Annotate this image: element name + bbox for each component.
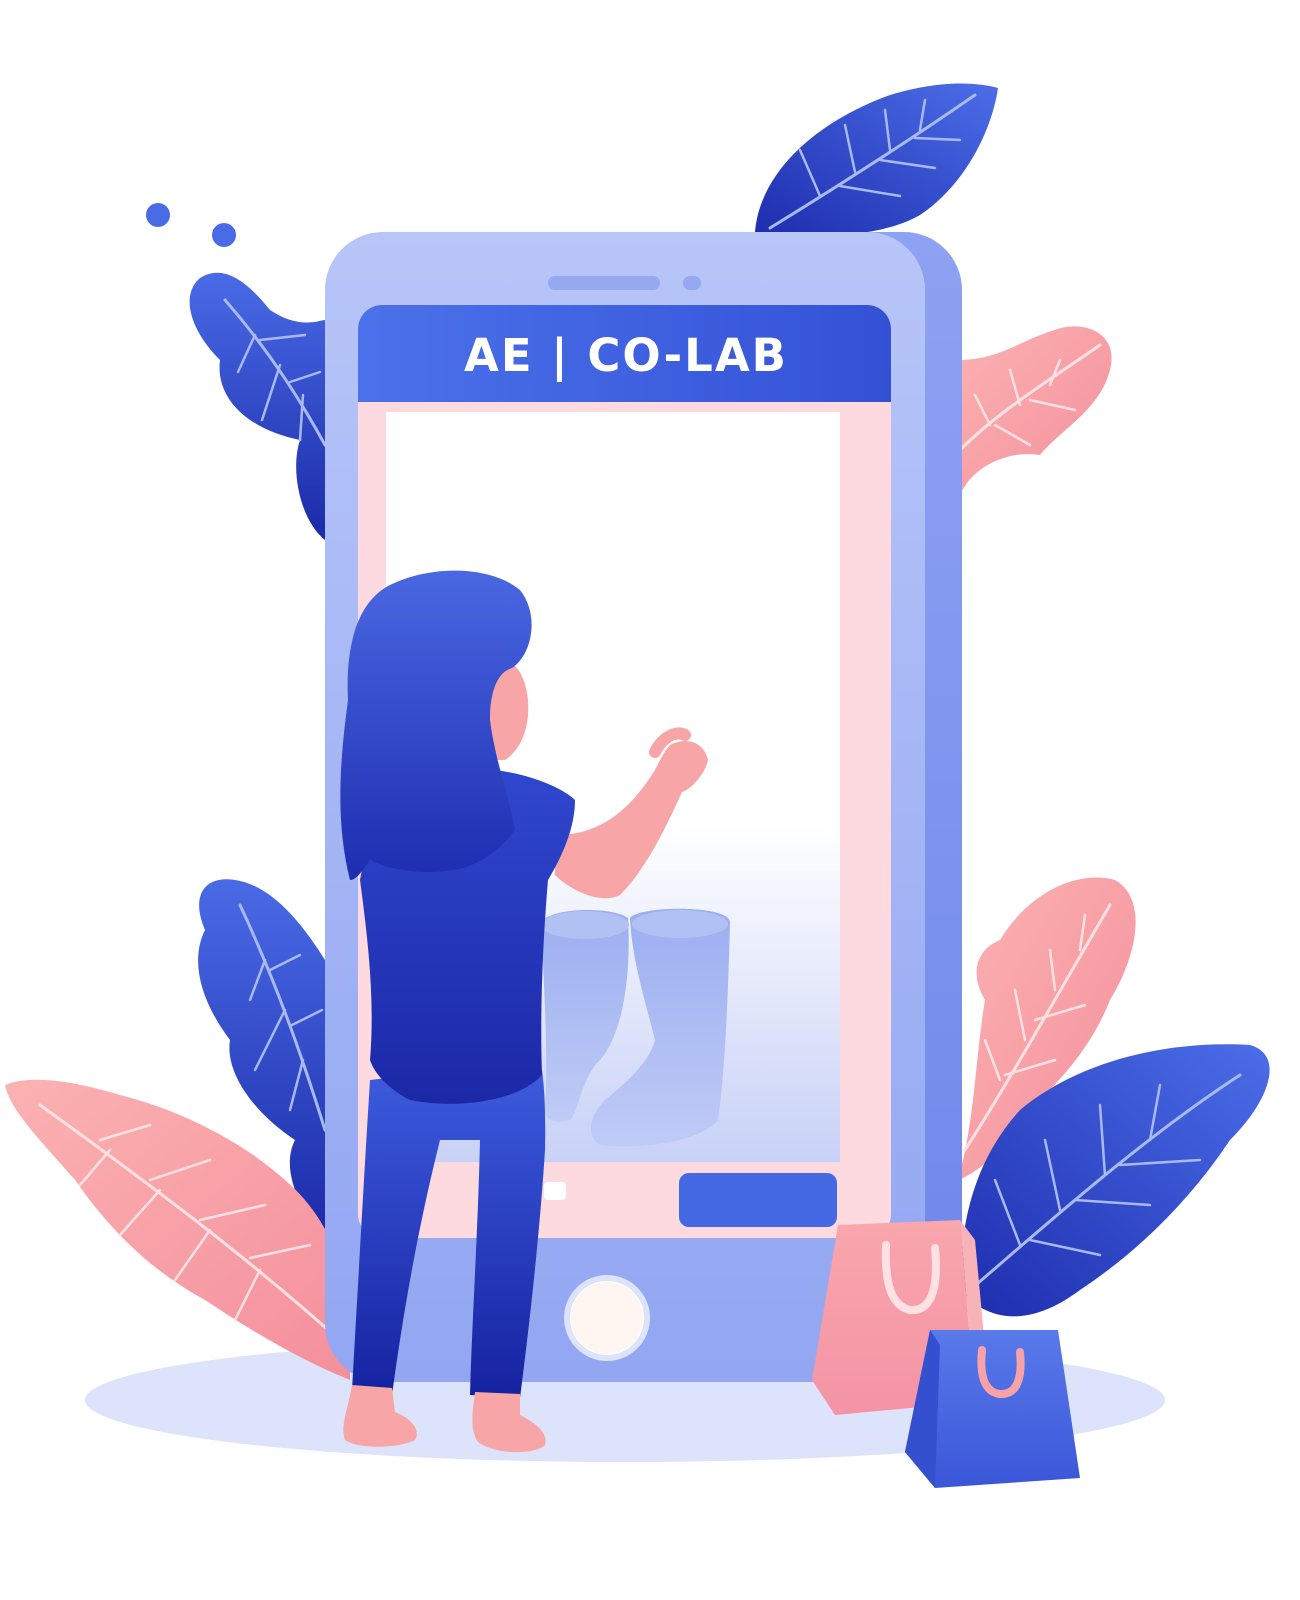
phone-speaker xyxy=(548,276,660,290)
decor-dot xyxy=(212,223,236,247)
decor-dot xyxy=(146,203,170,227)
leaf-icon xyxy=(958,326,1112,500)
add-to-cart-button[interactable] xyxy=(679,1173,837,1227)
screen-indicator xyxy=(544,1182,566,1200)
illustration-canvas xyxy=(5,83,1270,1488)
shopping-bag-blue[interactable] xyxy=(905,1330,1080,1488)
phone-camera xyxy=(683,276,701,290)
app-title: AE | CO-LAB xyxy=(464,328,788,382)
leaf-icon xyxy=(755,83,998,237)
leaf-icon xyxy=(189,272,327,540)
